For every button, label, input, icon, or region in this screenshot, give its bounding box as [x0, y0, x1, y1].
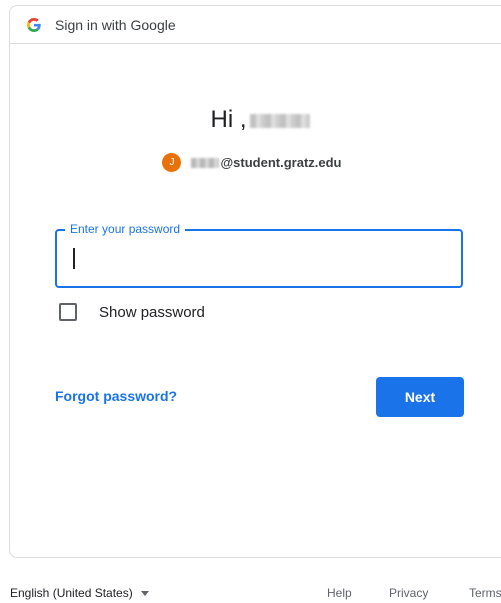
sign-in-card: Sign in with Google Hi , J @student.grat… [9, 5, 501, 558]
redacted-name [249, 114, 310, 128]
show-password-checkbox[interactable] [59, 303, 77, 321]
header-title: Sign in with Google [55, 16, 176, 33]
language-label: English (United States) [10, 586, 133, 600]
password-field[interactable]: Enter your password [55, 222, 463, 288]
chevron-down-icon [140, 590, 149, 596]
language-selector[interactable]: English (United States) [10, 586, 149, 600]
greeting-text: Hi , [210, 106, 247, 133]
account-email: @student.gratz.edu [191, 155, 342, 170]
account-chip[interactable]: J @student.gratz.edu [10, 153, 501, 172]
help-link[interactable]: Help [327, 586, 352, 600]
card-header: Sign in with Google [10, 6, 501, 44]
email-domain: @student.gratz.edu [220, 155, 342, 170]
password-input[interactable] [71, 243, 455, 275]
avatar-initial: J [169, 157, 175, 168]
privacy-link[interactable]: Privacy [389, 586, 428, 600]
redacted-email-user [191, 157, 220, 168]
text-caret [73, 248, 75, 269]
google-g-icon [27, 17, 41, 32]
password-field-label: Enter your password [65, 222, 186, 236]
terms-link[interactable]: Terms [469, 586, 501, 600]
show-password-label: Show password [99, 303, 205, 321]
avatar: J [162, 153, 182, 172]
forgot-password-link[interactable]: Forgot password? [55, 388, 177, 404]
greeting: Hi , [10, 106, 501, 134]
show-password-toggle[interactable]: Show password [59, 303, 205, 321]
next-button[interactable]: Next [376, 377, 464, 417]
